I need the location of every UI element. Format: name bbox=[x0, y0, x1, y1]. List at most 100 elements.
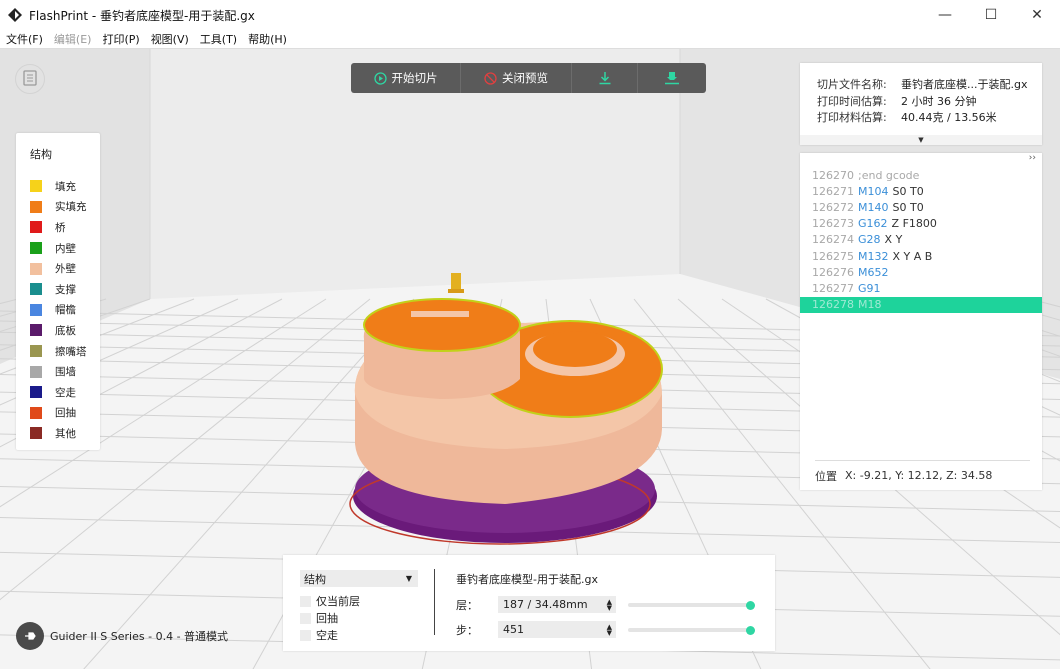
legend-label: 桥 bbox=[55, 221, 66, 234]
legend-swatch bbox=[30, 345, 42, 358]
layer-value: 187 / 34.48mm bbox=[503, 598, 588, 611]
layer-control: 层： 187 / 34.48mm ▲ ▼ bbox=[456, 596, 616, 613]
legend-item: 实填充 bbox=[30, 197, 100, 218]
gcode-num: 126272 bbox=[812, 200, 854, 214]
3d-viewport[interactable]: 开始切片 关闭预览 结构 填充 实填充桥内壁 外壁 支撑 帽檐 底板 擦嘴塔 围墙 空走 回抽 其他… bbox=[0, 48, 1060, 669]
gcode-line[interactable]: 126274 G28 X Y bbox=[800, 232, 1042, 248]
step-spinbox[interactable]: 451 ▲ ▼ bbox=[498, 621, 616, 638]
only-current-layer-checkbox[interactable]: 仅当前层 bbox=[300, 593, 360, 609]
expand-panel-icon[interactable]: ›› bbox=[1029, 153, 1036, 163]
close-button[interactable]: ✕ bbox=[1014, 0, 1060, 30]
legend-label: 填充 bbox=[55, 180, 76, 193]
close-preview-button[interactable]: 关闭预览 bbox=[461, 63, 572, 93]
checkbox-label: 空走 bbox=[316, 629, 338, 642]
layer-slider-handle[interactable] bbox=[746, 600, 755, 610]
print-button[interactable] bbox=[638, 63, 706, 93]
spin-arrows-icon[interactable]: ▲ ▼ bbox=[607, 598, 612, 611]
divider bbox=[434, 569, 435, 635]
gcode-line[interactable]: 126271 M104 S0 T0 bbox=[800, 183, 1042, 199]
info-key-material: 打印材料估算: bbox=[817, 111, 887, 125]
menu-print[interactable]: 打印(P) bbox=[102, 31, 139, 47]
maximize-button[interactable]: ☐ bbox=[968, 0, 1014, 30]
menu-help[interactable]: 帮助(H) bbox=[248, 31, 287, 47]
legend-item: 桥 bbox=[30, 217, 100, 238]
view-mode-value: 结构 bbox=[304, 572, 326, 586]
spin-arrows-icon[interactable]: ▲ ▼ bbox=[607, 623, 612, 636]
legend-item: 回抽 bbox=[30, 403, 100, 424]
legend-label: 帽檐 bbox=[55, 304, 76, 317]
position-label: 位置 bbox=[815, 469, 837, 483]
checkbox-label: 回抽 bbox=[316, 612, 338, 625]
legend-label: 内壁 bbox=[55, 242, 76, 255]
menu-file[interactable]: 文件(F) bbox=[6, 31, 43, 47]
gcode-args: X Y A B bbox=[892, 249, 933, 263]
gcode-list[interactable]: 126270 ;end gcode 126271 M104 S0 T0 126272 M14… bbox=[800, 167, 1042, 313]
travel-checkbox[interactable]: 空走 bbox=[300, 627, 338, 643]
legend-item: 其他 bbox=[30, 423, 100, 444]
legend-item: 支撑 bbox=[30, 279, 100, 300]
step-control: 步： 451 ▲ ▼ bbox=[456, 621, 616, 638]
legend-label: 回抽 bbox=[55, 407, 76, 420]
legend-item: 空走 bbox=[30, 382, 100, 403]
gcode-panel: ›› 126270 ;end gcode 126271 M104 S0 T0 126272… bbox=[800, 153, 1042, 490]
menu-bar: 文件(F) 编辑(E) 打印(P) 视图(V) 工具(T) 帮助(H) bbox=[0, 30, 1060, 48]
legend-label: 其他 bbox=[55, 427, 76, 440]
gcode-cmd: M132 bbox=[858, 249, 889, 263]
menu-edit[interactable]: 编辑(E) bbox=[54, 31, 92, 47]
gcode-num: 126274 bbox=[812, 233, 854, 247]
gcode-cmd: G162 bbox=[858, 217, 888, 231]
menu-tools[interactable]: 工具(T) bbox=[200, 31, 237, 47]
gcode-num: 126271 bbox=[812, 184, 854, 198]
gcode-line[interactable]: 126276 M652 bbox=[800, 264, 1042, 280]
menu-view[interactable]: 视图(V) bbox=[151, 31, 189, 47]
gcode-args: Z F1800 bbox=[891, 217, 937, 231]
gcode-line[interactable]: 126278 M18 bbox=[800, 296, 1042, 313]
gcode-line[interactable]: 126273 G162 Z F1800 bbox=[800, 216, 1042, 232]
gcode-num: 126277 bbox=[812, 281, 854, 295]
preview-toolbar: 开始切片 关闭预览 bbox=[351, 63, 706, 93]
checkbox-box[interactable] bbox=[300, 595, 311, 607]
legend-label: 擦嘴塔 bbox=[55, 345, 87, 358]
gcode-line[interactable]: 126275 M132 X Y A B bbox=[800, 248, 1042, 264]
gcode-line[interactable]: 126272 M140 S0 T0 bbox=[800, 199, 1042, 215]
dropdown-arrow-icon: ▼ bbox=[405, 574, 412, 583]
close-preview-label: 关闭预览 bbox=[502, 71, 548, 85]
document-button[interactable] bbox=[15, 64, 45, 94]
collapse-chevron-icon[interactable]: ▼ bbox=[800, 135, 1042, 145]
layer-label: 层： bbox=[456, 598, 478, 612]
legend-swatch bbox=[30, 406, 42, 419]
prohibited-icon bbox=[484, 71, 497, 85]
gcode-line[interactable]: 126270 ;end gcode bbox=[800, 167, 1042, 183]
slice-info-panel: 切片文件名称: 垂钓者底座模...于装配.gx 打印时间估算: 2 小时 36 分钟… bbox=[800, 63, 1042, 145]
legend-swatch bbox=[30, 427, 42, 440]
gcode-args: S0 T0 bbox=[892, 184, 924, 198]
legend-item: 围墙 bbox=[30, 361, 100, 382]
layer-slider[interactable] bbox=[628, 600, 755, 610]
checkbox-box[interactable] bbox=[300, 629, 311, 641]
step-slider[interactable] bbox=[628, 625, 755, 635]
printer-selector[interactable]: Guider II S Series - 0.4 - 普通模式 bbox=[16, 622, 228, 650]
legend-label: 外壁 bbox=[55, 263, 76, 276]
gcode-num: 126276 bbox=[812, 265, 854, 279]
info-value-time: 2 小时 36 分钟 bbox=[901, 94, 977, 108]
minimize-button[interactable]: — bbox=[922, 0, 968, 30]
retract-checkbox[interactable]: 回抽 bbox=[300, 610, 338, 626]
flashprint-logo-icon bbox=[7, 7, 23, 23]
gcode-line[interactable]: 126277 G91 bbox=[800, 280, 1042, 296]
export-button[interactable] bbox=[572, 63, 638, 93]
legend-swatch bbox=[30, 221, 42, 234]
gcode-cmd: G91 bbox=[858, 281, 881, 295]
printer-label: Guider II S Series - 0.4 - 普通模式 bbox=[50, 630, 229, 643]
checkbox-box[interactable] bbox=[300, 612, 311, 624]
legend-title: 结构 bbox=[30, 148, 52, 161]
step-label: 步： bbox=[456, 623, 478, 637]
layer-spinbox[interactable]: 187 / 34.48mm ▲ ▼ bbox=[498, 596, 616, 613]
info-value-material: 40.44克 / 13.56米 bbox=[901, 111, 997, 125]
info-value-filename: 垂钓者底座模...于装配.gx bbox=[901, 78, 1028, 92]
legend-swatch bbox=[30, 200, 42, 213]
step-slider-handle[interactable] bbox=[746, 625, 755, 635]
view-mode-select[interactable]: 结构 ▼ bbox=[300, 570, 418, 587]
legend-swatch bbox=[30, 283, 42, 296]
legend-swatch bbox=[30, 386, 42, 399]
start-slice-button[interactable]: 开始切片 bbox=[351, 63, 461, 93]
